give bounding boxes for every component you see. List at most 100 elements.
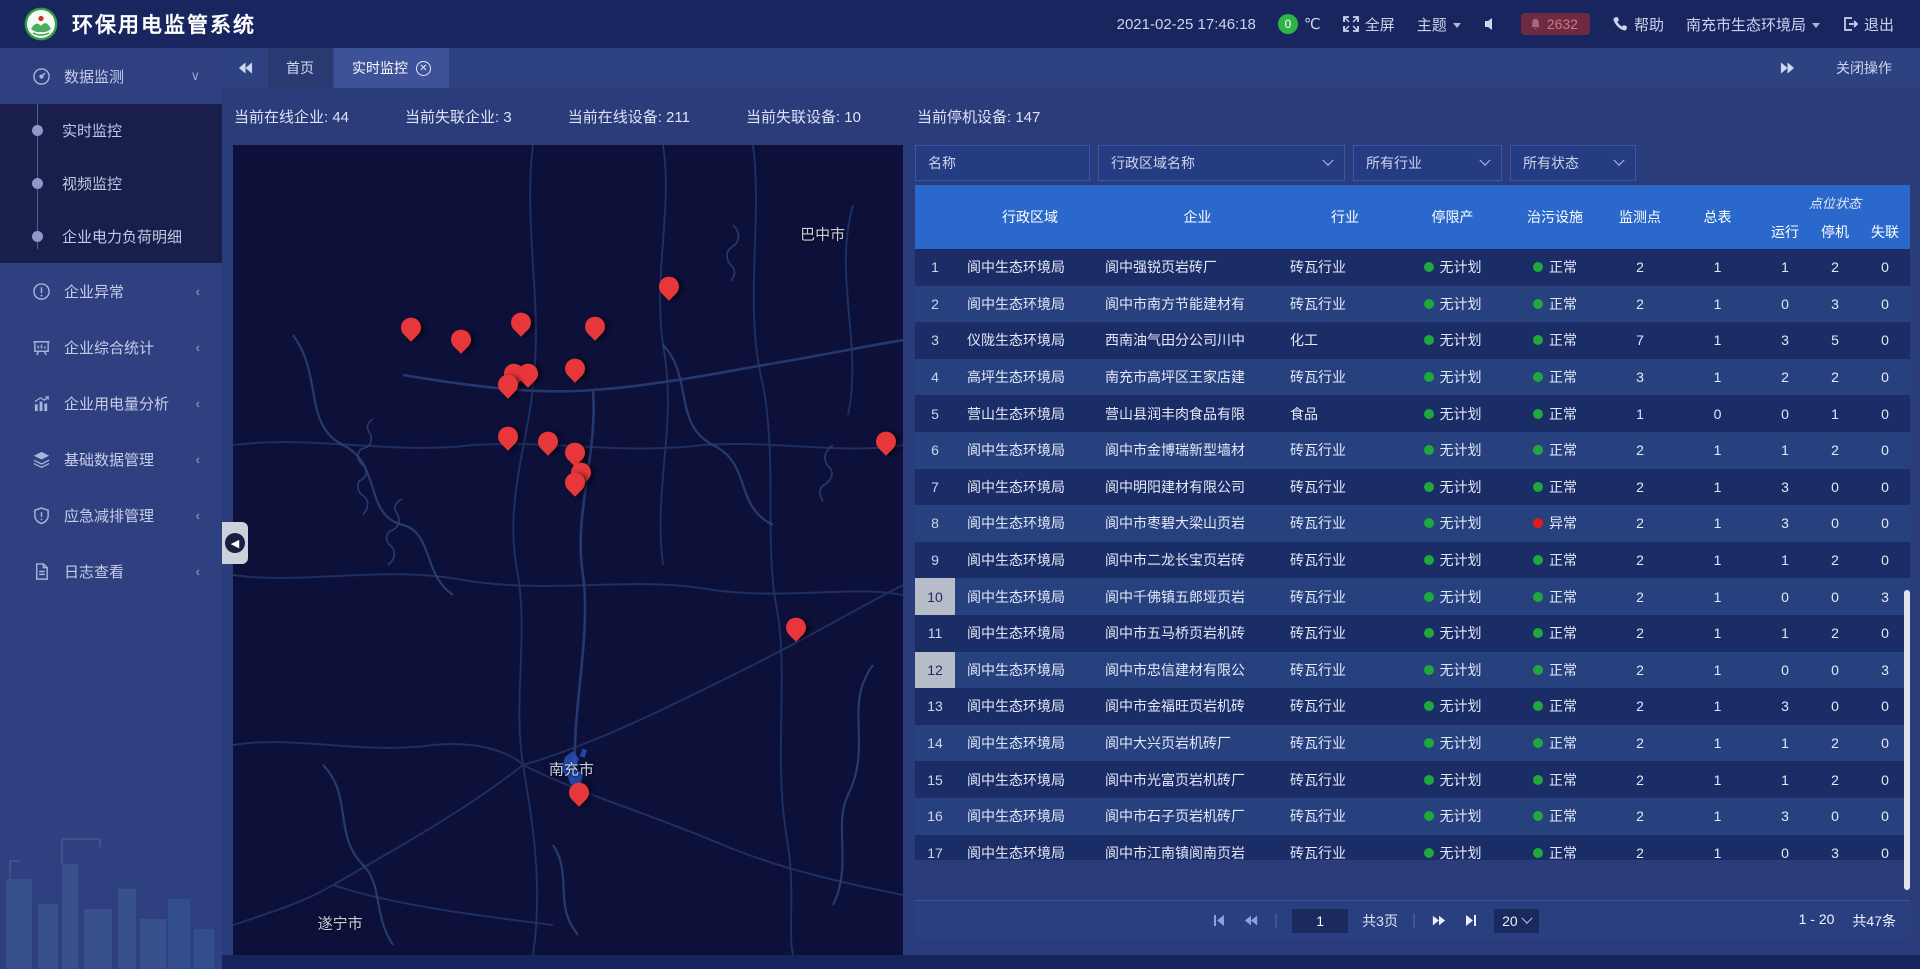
table-row[interactable]: 7阆中生态环境局阆中明阳建材有限公司砖瓦行业无计划正常21300 xyxy=(915,469,1910,506)
cell-facility-status: 正常 xyxy=(1505,733,1605,753)
close-operations-button[interactable]: 关闭操作 xyxy=(1836,58,1892,78)
sidebar-item-实时监控[interactable]: 实时监控 xyxy=(0,104,222,157)
cell-company: 阆中大兴页岩机砖厂 xyxy=(1105,733,1290,753)
table-row[interactable]: 10阆中生态环境局阆中千佛镇五郎垭页岩砖瓦行业无计划正常21003 xyxy=(915,578,1910,615)
sidebar-group-企业异常[interactable]: 企业异常‹ xyxy=(0,263,222,319)
tab-scroll-left-button[interactable] xyxy=(222,48,268,88)
page-number-input[interactable]: 1 xyxy=(1292,909,1348,933)
cell-facility-status: 异常 xyxy=(1505,513,1605,533)
cell-meter: 1 xyxy=(1675,735,1760,751)
sidebar-group-企业用电量分析[interactable]: 企业用电量分析‹ xyxy=(0,375,222,431)
limit-status-label: 无计划 xyxy=(1440,587,1482,607)
cell-stop: 0 xyxy=(1810,662,1860,678)
sidebar-group-企业综合统计[interactable]: 企业综合统计‹ xyxy=(0,319,222,375)
table-row[interactable]: 12阆中生态环境局阆中市忠信建材有限公砖瓦行业无计划正常21003 xyxy=(915,652,1910,689)
facility-status-label: 正常 xyxy=(1549,257,1577,277)
prev-page-icon xyxy=(1244,914,1258,927)
cell-run: 0 xyxy=(1760,662,1810,678)
table-row[interactable]: 8阆中生态环境局阆中市枣碧大梁山页岩砖瓦行业无计划异常21300 xyxy=(915,505,1910,542)
status-dot-icon xyxy=(1533,701,1543,711)
prev-page-button[interactable] xyxy=(1242,913,1260,929)
last-page-button[interactable] xyxy=(1462,913,1480,929)
page-size-select[interactable]: 20 xyxy=(1494,909,1539,933)
cell-lost: 0 xyxy=(1860,772,1910,788)
name-filter-input[interactable] xyxy=(928,155,1077,171)
sidebar-group-数据监测[interactable]: 数据监测∨ xyxy=(0,48,222,104)
table-row[interactable]: 11阆中生态环境局阆中市五马桥页岩机砖砖瓦行业无计划正常21120 xyxy=(915,615,1910,652)
table-row[interactable]: 2阆中生态环境局阆中市南方节能建材有砖瓦行业无计划正常21030 xyxy=(915,286,1910,323)
table-row[interactable]: 6阆中生态环境局阆中市金博瑞新型墙材砖瓦行业无计划正常21120 xyxy=(915,432,1910,469)
next-page-button[interactable] xyxy=(1430,913,1448,929)
speaker-icon xyxy=(1483,16,1499,32)
help-button[interactable]: 帮助 xyxy=(1612,14,1664,35)
table-row[interactable]: 16阆中生态环境局阆中市石子页岩机砖厂砖瓦行业无计划正常21300 xyxy=(915,798,1910,835)
cell-industry: 化工 xyxy=(1290,330,1400,350)
cell-row-number: 2 xyxy=(915,286,955,323)
first-page-button[interactable] xyxy=(1210,913,1228,929)
table-row[interactable]: 14阆中生态环境局阆中大兴页岩机砖厂砖瓦行业无计划正常21120 xyxy=(915,725,1910,762)
tab-close-icon[interactable]: ✕ xyxy=(416,61,431,76)
cell-points: 7 xyxy=(1605,332,1675,348)
notification-badge[interactable]: 2632 xyxy=(1521,13,1590,35)
alert-circle-icon xyxy=(32,282,51,301)
tab-scroll-right-button[interactable] xyxy=(1764,61,1810,75)
cell-points: 2 xyxy=(1605,552,1675,568)
region-filter-select[interactable]: 行政区域名称 xyxy=(1098,145,1345,181)
tab-实时监控[interactable]: 实时监控✕ xyxy=(334,48,449,88)
theme-dropdown[interactable]: 主题 xyxy=(1417,14,1461,35)
cell-region: 高坪生态环境局 xyxy=(955,367,1105,387)
table-row[interactable]: 9阆中生态环境局阆中市二龙长宝页岩砖砖瓦行业无计划正常21120 xyxy=(915,542,1910,579)
status-dot-icon xyxy=(1533,811,1543,821)
submenu-bullet-icon xyxy=(32,231,43,242)
sidebar-item-视频监控[interactable]: 视频监控 xyxy=(0,157,222,210)
facility-status-label: 正常 xyxy=(1549,770,1577,790)
industry-filter-select[interactable]: 所有行业 xyxy=(1353,145,1502,181)
cell-limit-status: 无计划 xyxy=(1400,294,1505,314)
stats-bar: 当前在线企业: 44当前失联企业: 3当前在线设备: 211当前失联设备: 10… xyxy=(234,88,1040,145)
cell-region: 阆中生态环境局 xyxy=(955,770,1105,790)
facility-status-label: 正常 xyxy=(1549,294,1577,314)
cell-row-number: 7 xyxy=(915,469,955,506)
cell-industry: 砖瓦行业 xyxy=(1290,587,1400,607)
user-dropdown[interactable]: 南充市生态环境局 xyxy=(1686,14,1820,35)
status-dot-icon xyxy=(1533,592,1543,602)
chevron-left-icon: ‹ xyxy=(196,508,200,523)
facility-status-label: 正常 xyxy=(1549,843,1577,860)
sidebar-group-基础数据管理[interactable]: 基础数据管理‹ xyxy=(0,431,222,487)
table-row[interactable]: 5营山生态环境局营山县润丰肉食品有限食品无计划正常10010 xyxy=(915,395,1910,432)
sidebar-item-企业电力负荷明细[interactable]: 企业电力负荷明细 xyxy=(0,210,222,263)
cell-run: 0 xyxy=(1760,845,1810,860)
cell-lost: 0 xyxy=(1860,259,1910,275)
cell-company: 阆中市五马桥页岩机砖 xyxy=(1105,623,1290,643)
table-scrollbar-thumb[interactable] xyxy=(1904,590,1910,890)
fullscreen-button[interactable]: 全屏 xyxy=(1343,14,1395,35)
table-row[interactable]: 13阆中生态环境局阆中市金福旺页岩机砖砖瓦行业无计划正常21300 xyxy=(915,688,1910,725)
map-collapse-button[interactable]: ◀ xyxy=(222,522,248,564)
cell-lost: 0 xyxy=(1860,479,1910,495)
table-row[interactable]: 4高坪生态环境局南充市高坪区王家店建砖瓦行业无计划正常31220 xyxy=(915,359,1910,396)
cell-meter: 1 xyxy=(1675,259,1760,275)
sidebar-group-label: 应急减排管理 xyxy=(64,505,154,526)
cell-stop: 2 xyxy=(1810,442,1860,458)
tab-首页[interactable]: 首页 xyxy=(268,48,332,88)
facility-status-label: 正常 xyxy=(1549,440,1577,460)
map-canvas[interactable]: 巴中市南充市遂宁市 xyxy=(233,145,903,955)
table-row[interactable]: 17阆中生态环境局阆中市江南镇阆南页岩砖瓦行业无计划正常21030 xyxy=(915,835,1910,861)
cell-stop: 1 xyxy=(1810,406,1860,422)
tab-bar: 首页实时监控✕ 关闭操作 xyxy=(222,48,1920,88)
cell-meter: 1 xyxy=(1675,442,1760,458)
temperature-unit: ℃ xyxy=(1304,15,1321,33)
sidebar-group-日志查看[interactable]: 日志查看‹ xyxy=(0,543,222,599)
sidebar-group-应急减排管理[interactable]: 应急减排管理 ‹ xyxy=(0,487,222,543)
cell-lost: 0 xyxy=(1860,808,1910,824)
table-row[interactable]: 1阆中生态环境局阆中强锐页岩砖厂砖瓦行业无计划正常21120 xyxy=(915,249,1910,286)
table-row[interactable]: 3仪陇生态环境局西南油气田分公司川中化工无计划正常71350 xyxy=(915,322,1910,359)
status-filter-select[interactable]: 所有状态 xyxy=(1510,145,1636,181)
logout-button[interactable]: 退出 xyxy=(1842,14,1894,35)
cell-industry: 砖瓦行业 xyxy=(1290,843,1400,860)
cell-meter: 1 xyxy=(1675,845,1760,860)
cell-stop: 2 xyxy=(1810,772,1860,788)
cell-limit-status: 无计划 xyxy=(1400,623,1505,643)
sound-button[interactable] xyxy=(1483,16,1499,32)
table-row[interactable]: 15阆中生态环境局阆中市光富页岩机砖厂砖瓦行业无计划正常21120 xyxy=(915,761,1910,798)
